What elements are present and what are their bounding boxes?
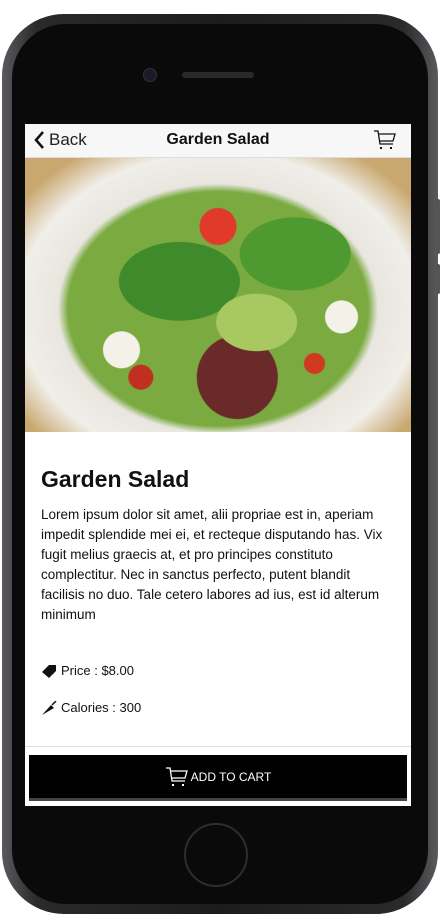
carrot-icon bbox=[42, 700, 57, 715]
add-to-cart-button[interactable]: ADD TO CART bbox=[29, 755, 407, 801]
divider bbox=[25, 746, 411, 747]
cart-icon[interactable] bbox=[373, 129, 397, 151]
calories-label: Calories : 300 bbox=[61, 700, 142, 715]
price-row: Price : $8.00 bbox=[41, 663, 395, 678]
product-name: Garden Salad bbox=[41, 466, 190, 492]
front-camera bbox=[143, 68, 157, 82]
navbar: Back Garden Salad bbox=[25, 124, 411, 158]
product-description: Lorem ipsum dolor sit amet, alii propria… bbox=[41, 507, 383, 622]
calories-row: Calories : 300 bbox=[41, 700, 395, 715]
price-tag-icon bbox=[42, 664, 56, 678]
price-label: Price : $8.00 bbox=[61, 663, 134, 678]
cart-icon bbox=[165, 766, 188, 786]
volume-button bbox=[436, 199, 440, 254]
volume-button bbox=[436, 264, 440, 294]
add-to-cart-label: ADD TO CART bbox=[190, 769, 272, 784]
home-button[interactable] bbox=[184, 823, 248, 887]
app-screen: Back Garden Salad Garden Salad Lorem ips… bbox=[25, 124, 411, 806]
page-title: Garden Salad bbox=[166, 131, 270, 148]
earpiece-speaker bbox=[182, 72, 254, 78]
salad-image bbox=[25, 158, 411, 432]
